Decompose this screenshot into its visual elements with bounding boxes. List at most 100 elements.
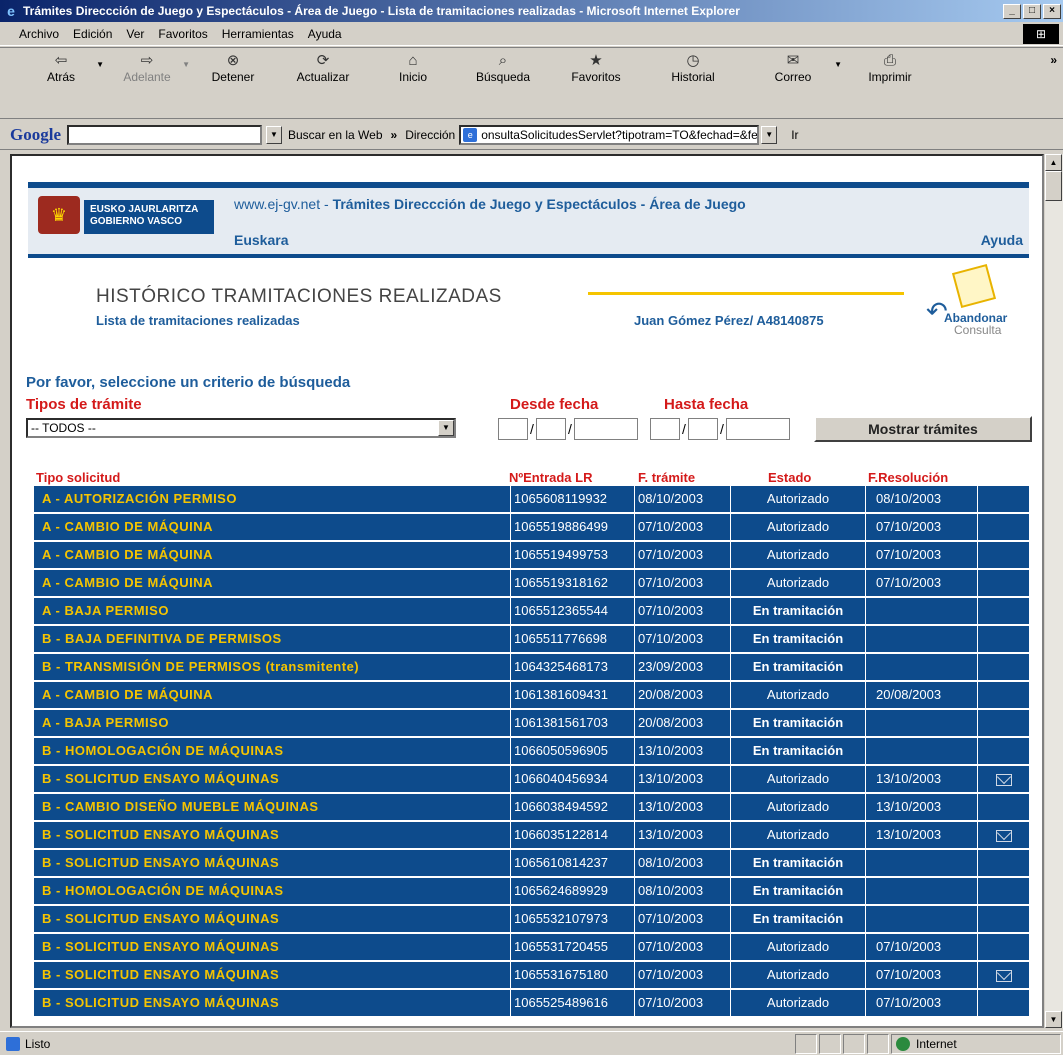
desde-mes-input[interactable] — [536, 418, 566, 440]
mostrar-tramites-button[interactable]: Mostrar trámites — [814, 416, 1032, 442]
abandonar-consulta-button[interactable]: ↶ Abandonar Consulta — [922, 263, 1022, 338]
tipo-solicitud-link[interactable]: B - SOLICITUD ENSAYO MÁQUINAS — [34, 822, 511, 849]
ayuda-link[interactable]: Ayuda — [981, 232, 1023, 248]
maximize-button[interactable]: □ — [1023, 3, 1041, 19]
entrada-number: 1065519886499 — [511, 514, 635, 541]
toolbar-button-label: Historial — [671, 70, 715, 84]
envelope-icon[interactable] — [995, 830, 1012, 842]
tipo-solicitud-link[interactable]: B - CAMBIO DISEÑO MUEBLE MÁQUINAS — [34, 794, 511, 821]
tipo-solicitud-link[interactable]: A - CAMBIO DE MÁQUINA — [34, 570, 511, 597]
toolbar-button-forward-arrow[interactable]: ⇨ Adelante ▼ — [104, 48, 190, 84]
tipo-solicitud-link[interactable]: B - SOLICITUD ENSAYO MÁQUINAS — [34, 766, 511, 793]
toolbar-button-home[interactable]: ⌂ Inicio — [370, 48, 456, 84]
table-row[interactable]: A - BAJA PERMISO 1065512365544 07/10/2003 E… — [34, 598, 1029, 625]
menu-favoritos[interactable]: Favoritos — [151, 27, 214, 41]
menu-herramientas[interactable]: Herramientas — [215, 27, 301, 41]
table-row[interactable]: B - SOLICITUD ENSAYO MÁQUINAS 10655317204… — [34, 934, 1029, 961]
address-input[interactable]: e onsultaSolicitudesServlet?tipotram=TO&… — [459, 124, 760, 145]
vertical-scrollbar[interactable]: ▲ ▼ — [1044, 154, 1063, 1028]
table-row[interactable]: B - SOLICITUD ENSAYO MÁQUINAS 10655316751… — [34, 962, 1029, 989]
dropdown-arrow-icon[interactable]: ▼ — [182, 60, 190, 69]
menu-ver[interactable]: Ver — [119, 27, 151, 41]
page-icon: e — [463, 127, 478, 142]
table-row[interactable]: B - SOLICITUD ENSAYO MÁQUINAS 10660351228… — [34, 822, 1029, 849]
toolbar-button-history[interactable]: ◷ Historial — [642, 48, 744, 84]
notification-cell — [978, 682, 1029, 709]
table-row[interactable]: A - CAMBIO DE MÁQUINA 1065519886499 07/10/… — [34, 514, 1029, 541]
toolbar-button-label: Inicio — [398, 70, 427, 84]
desde-dia-input[interactable] — [498, 418, 528, 440]
table-row[interactable]: B - HOMOLOGACIÓN DE MÁQUINAS 106605059690… — [34, 738, 1029, 765]
dropdown-arrow-icon[interactable]: ▼ — [96, 60, 104, 69]
fecha-tramite: 07/10/2003 — [635, 626, 731, 653]
tipo-solicitud-link[interactable]: B - HOMOLOGACIÓN DE MÁQUINAS — [34, 878, 511, 905]
toolbar-button-mail[interactable]: ✉ Correo ▼ — [744, 48, 842, 84]
hasta-anio-input[interactable] — [726, 418, 790, 440]
entrada-number: 1065519499753 — [511, 542, 635, 569]
scroll-thumb[interactable] — [1045, 171, 1062, 201]
table-row[interactable]: B - CAMBIO DISEÑO MUEBLE MÁQUINAS 1066038… — [34, 794, 1029, 821]
table-row[interactable]: A - CAMBIO DE MÁQUINA 1061381609431 20/08/… — [34, 682, 1029, 709]
toolbar-button-stop[interactable]: ⊗ Detener — [190, 48, 276, 84]
hasta-dia-input[interactable] — [650, 418, 680, 440]
tipo-solicitud-link[interactable]: B - SOLICITUD ENSAYO MÁQUINAS — [34, 850, 511, 877]
toolbar-button-refresh[interactable]: ⟳ Actualizar — [276, 48, 370, 84]
address-dropdown-arrow-icon[interactable]: ▼ — [761, 125, 778, 144]
table-row[interactable]: A - AUTORIZACIÓN PERMISO 1065608119932 08/… — [34, 486, 1029, 513]
tipo-solicitud-link[interactable]: B - SOLICITUD ENSAYO MÁQUINAS — [34, 934, 511, 961]
menu-ayuda[interactable]: Ayuda — [301, 27, 349, 41]
desde-anio-input[interactable] — [574, 418, 638, 440]
tipo-solicitud-link[interactable]: B - BAJA DEFINITIVA DE PERMISOS — [34, 626, 511, 653]
toolbar-button-favorites[interactable]: ★ Favoritos — [550, 48, 642, 84]
go-button[interactable]: Ir — [791, 128, 798, 142]
tipo-solicitud-link[interactable]: A - BAJA PERMISO — [34, 598, 511, 625]
table-row[interactable]: B - HOMOLOGACIÓN DE MÁQUINAS 106562468992… — [34, 878, 1029, 905]
table-row[interactable]: B - SOLICITUD ENSAYO MÁQUINAS 10660404569… — [34, 766, 1029, 793]
table-row[interactable]: A - CAMBIO DE MÁQUINA 1065519318162 07/10/… — [34, 570, 1029, 597]
fecha-tramite: 07/10/2003 — [635, 570, 731, 597]
table-row[interactable]: B - BAJA DEFINITIVA DE PERMISOS 106551177… — [34, 626, 1029, 653]
envelope-icon[interactable] — [995, 774, 1012, 786]
header-bottom-band — [28, 254, 1029, 258]
table-row[interactable]: B - SOLICITUD ENSAYO MÁQUINAS 10655254896… — [34, 990, 1029, 1017]
menu-edicion[interactable]: Edición — [66, 27, 119, 41]
tipo-solicitud-link[interactable]: A - CAMBIO DE MÁQUINA — [34, 514, 511, 541]
google-search-input[interactable] — [67, 124, 262, 145]
tipo-solicitud-link[interactable]: B - HOMOLOGACIÓN DE MÁQUINAS — [34, 738, 511, 765]
tipo-solicitud-link[interactable]: B - TRANSMISIÓN DE PERMISOS (transmitent… — [34, 654, 511, 681]
toolbar-button-back-arrow[interactable]: ⇦ Atrás ▼ — [18, 48, 104, 84]
gobierno-vasco-logo[interactable]: EUSKO JAURLARITZA GOBIERNO VASCO — [84, 200, 214, 234]
toolbar-more-icon[interactable]: » — [391, 128, 398, 142]
scroll-up-icon[interactable]: ▲ — [1045, 154, 1062, 171]
entrada-number: 1066038494592 — [511, 794, 635, 821]
site-url-link[interactable]: www.ej-gv.net — [234, 196, 320, 212]
toolbar-more-icon[interactable]: » — [1050, 53, 1057, 67]
table-row[interactable]: B - TRANSMISIÓN DE PERMISOS (transmitent… — [34, 654, 1029, 681]
google-dropdown-arrow-icon[interactable]: ▼ — [266, 125, 282, 144]
hasta-mes-input[interactable] — [688, 418, 718, 440]
envelope-icon[interactable] — [995, 970, 1012, 982]
tipo-solicitud-link[interactable]: A - CAMBIO DE MÁQUINA — [34, 682, 511, 709]
tipo-solicitud-link[interactable]: B - SOLICITUD ENSAYO MÁQUINAS — [34, 906, 511, 933]
table-row[interactable]: A - BAJA PERMISO 1061381561703 20/08/2003 E… — [34, 710, 1029, 737]
close-button[interactable]: × — [1043, 3, 1061, 19]
scroll-down-icon[interactable]: ▼ — [1045, 1011, 1062, 1028]
table-row[interactable]: B - SOLICITUD ENSAYO MÁQUINAS 10656108142… — [34, 850, 1029, 877]
dropdown-arrow-icon[interactable]: ▼ — [834, 60, 842, 69]
fecha-tramite: 13/10/2003 — [635, 822, 731, 849]
tipo-solicitud-link[interactable]: B - SOLICITUD ENSAYO MÁQUINAS — [34, 962, 511, 989]
tipo-solicitud-link[interactable]: B - SOLICITUD ENSAYO MÁQUINAS — [34, 990, 511, 1017]
table-row[interactable]: A - CAMBIO DE MÁQUINA 1065519499753 07/10/… — [34, 542, 1029, 569]
buscar-web-button[interactable]: Buscar en la Web — [288, 128, 383, 142]
tipo-solicitud-link[interactable]: A - BAJA PERMISO — [34, 710, 511, 737]
toolbar-button-print[interactable]: ⎙ Imprimir — [842, 48, 938, 84]
tipo-tramite-select[interactable]: -- TODOS -- ▼ — [26, 418, 456, 438]
minimize-button[interactable]: _ — [1003, 3, 1021, 19]
euskara-link[interactable]: Euskara — [234, 232, 288, 248]
tipo-solicitud-link[interactable]: A - CAMBIO DE MÁQUINA — [34, 542, 511, 569]
chevron-down-icon[interactable]: ▼ — [438, 420, 454, 436]
menu-archivo[interactable]: Archivo — [12, 27, 66, 41]
table-row[interactable]: B - SOLICITUD ENSAYO MÁQUINAS 10655321079… — [34, 906, 1029, 933]
toolbar-button-search[interactable]: ⌕ Búsqueda — [456, 48, 550, 84]
tipo-solicitud-link[interactable]: A - AUTORIZACIÓN PERMISO — [34, 486, 511, 513]
